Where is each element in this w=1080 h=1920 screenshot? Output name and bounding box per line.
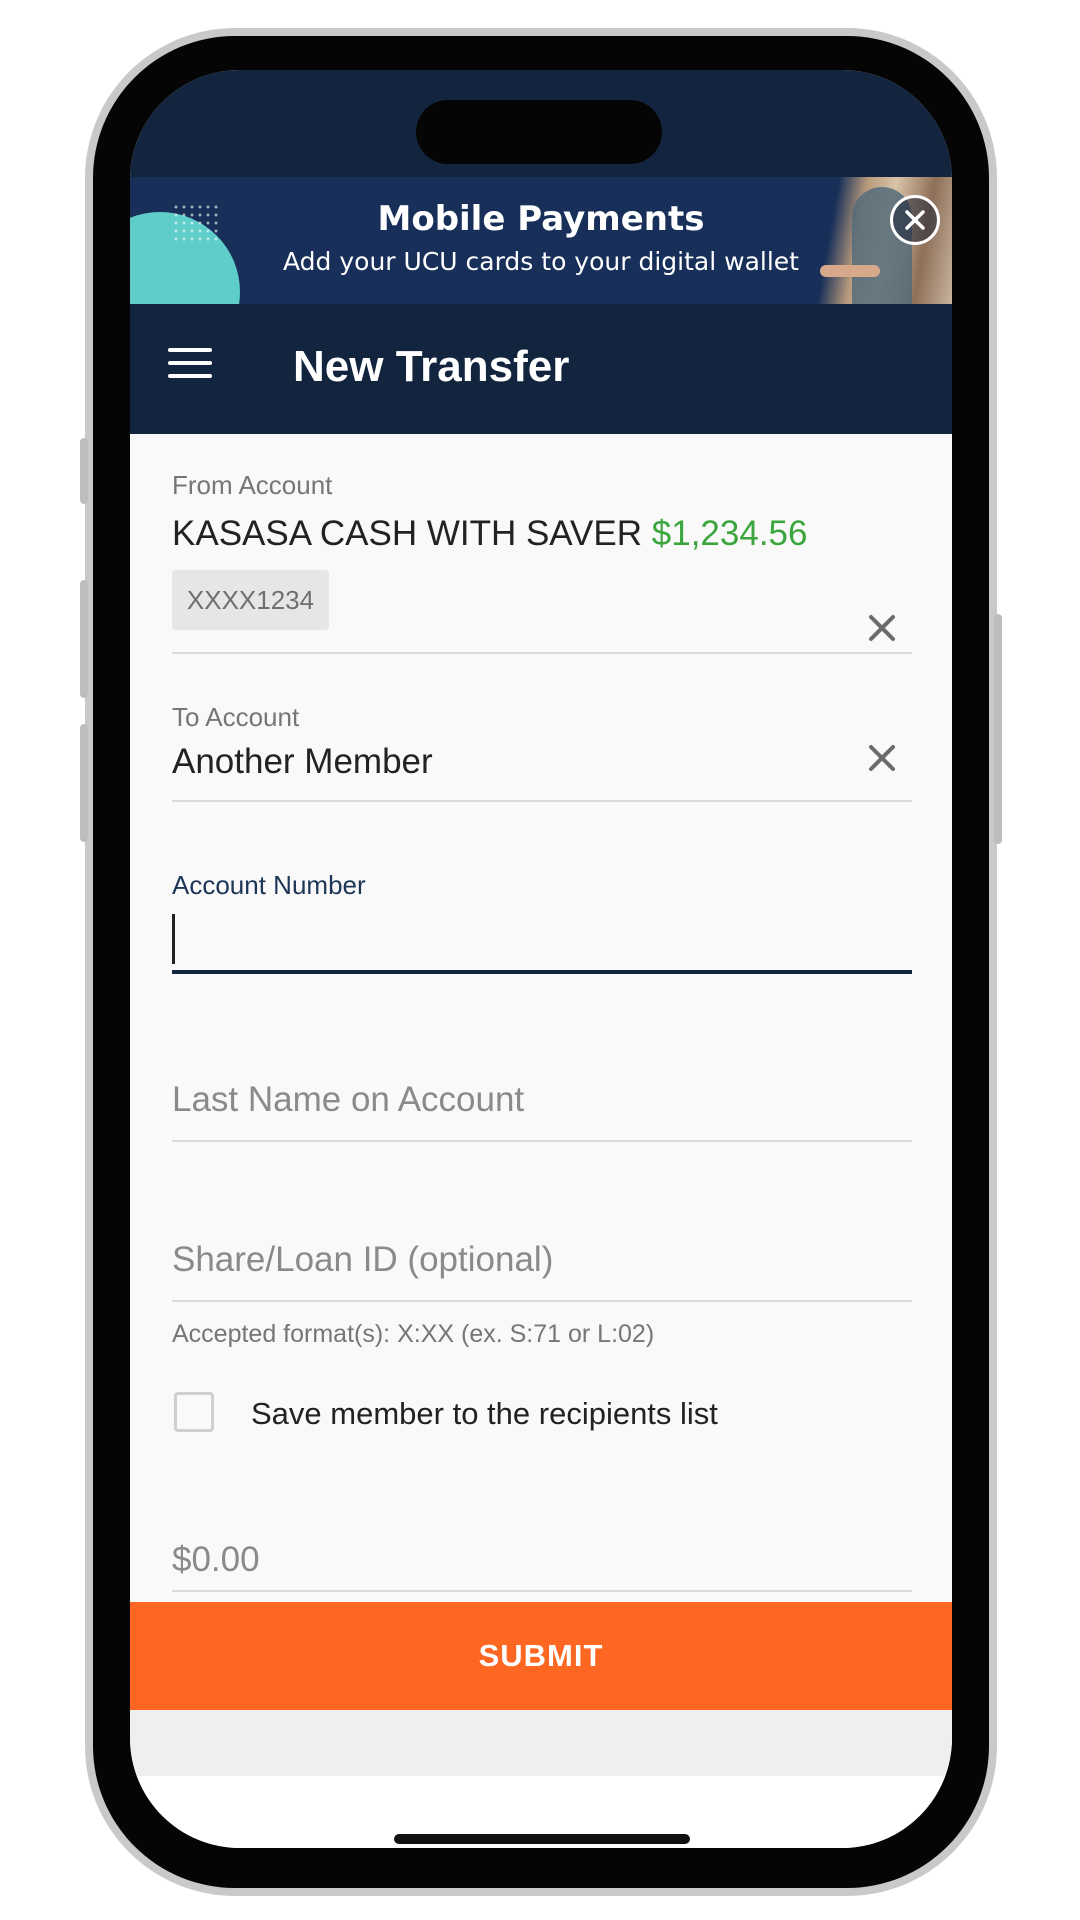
silent-switch (80, 438, 88, 504)
hamburger-menu-icon[interactable] (168, 344, 216, 388)
promo-banner[interactable]: Mobile Payments Add your UCU cards to yo… (130, 177, 952, 304)
dynamic-island (416, 100, 662, 164)
footer-area (130, 1710, 952, 1776)
submit-button[interactable]: SUBMIT (130, 1602, 952, 1710)
volume-down-button (80, 724, 88, 842)
banner-subtitle: Add your UCU cards to your digital walle… (283, 247, 799, 276)
to-account-label: To Account (172, 702, 300, 732)
from-account-value: KASASA CASH WITH SAVER $1,234.56 (172, 514, 807, 554)
account-number-underline (172, 970, 912, 974)
last-name-input[interactable]: Last Name on Account (172, 1080, 524, 1120)
from-account-balance: $1,234.56 (651, 514, 808, 553)
close-icon[interactable] (890, 195, 940, 245)
power-button (994, 614, 1002, 844)
share-loan-id-underline (172, 1300, 912, 1302)
amount-underline (172, 1590, 912, 1592)
to-account-value: Another Member (172, 742, 433, 781)
banner-title: Mobile Payments (377, 199, 705, 239)
share-loan-id-input[interactable]: Share/Loan ID (optional) (172, 1240, 553, 1280)
account-number-chip: XXXX1234 (172, 570, 329, 630)
page-title: New Transfer (293, 342, 570, 391)
home-indicator[interactable] (394, 1834, 690, 1844)
from-account-underline (172, 652, 912, 654)
clear-from-account-icon[interactable] (866, 612, 898, 644)
last-name-underline (172, 1140, 912, 1142)
from-account-label: From Account (172, 470, 333, 500)
text-cursor (172, 914, 175, 964)
amount-input[interactable]: $0.00 (172, 1540, 260, 1580)
phone-screen: Mobile Payments Add your UCU cards to yo… (130, 70, 952, 1848)
to-account-underline (172, 800, 912, 802)
volume-up-button (80, 580, 88, 698)
clear-to-account-icon[interactable] (866, 742, 898, 774)
save-recipient-label[interactable]: Save member to the recipients list (251, 1396, 718, 1432)
account-number-label: Account Number (172, 870, 366, 900)
save-recipient-checkbox[interactable] (174, 1392, 214, 1432)
from-account-name: KASASA CASH WITH SAVER (172, 514, 643, 553)
app-header: New Transfer (130, 304, 952, 434)
share-loan-id-helper: Accepted format(s): X:XX (ex. S:71 or L:… (172, 1320, 655, 1348)
